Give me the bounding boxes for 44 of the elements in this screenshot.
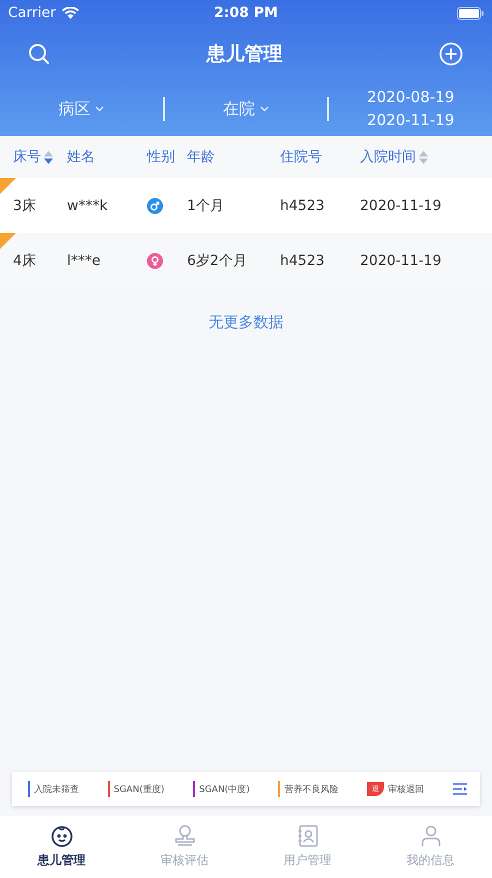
- tab-bar-item[interactable]: 我的信息: [369, 816, 492, 878]
- tab-bar-item[interactable]: 用户管理: [246, 816, 369, 878]
- tab-bar-item[interactable]: 患儿管理: [0, 816, 123, 878]
- legend-label: 入院未筛查: [34, 784, 79, 796]
- table-cell-text: 1个月: [187, 196, 225, 214]
- table-cell-text: h4523: [280, 198, 326, 214]
- column-header: 住院号: [280, 148, 322, 166]
- filter-dropdown[interactable]: 在院: [221, 96, 271, 122]
- filter-dropdown[interactable]: 病区: [56, 96, 106, 122]
- column-header: 性别: [147, 148, 175, 166]
- legend-label: 营养不良风险: [284, 784, 338, 796]
- baby-face-icon: [50, 824, 74, 848]
- wifi-icon: [62, 7, 79, 19]
- column-header: 入院时间: [360, 148, 416, 166]
- battery-icon: [457, 6, 484, 20]
- caret-icon: [260, 106, 269, 112]
- table-cell-text: 2020-11-19: [360, 252, 442, 268]
- contact-card-icon: [296, 824, 320, 848]
- carrier-label: Carrier: [8, 5, 56, 21]
- no-more-data-text: 无更多数据: [208, 313, 284, 332]
- date-range-text[interactable]: 2020-11-19: [367, 109, 454, 132]
- tab-bar-item[interactable]: 审核评估: [123, 816, 246, 878]
- date-range-text[interactable]: 2020-08-19: [367, 86, 454, 109]
- legend-label: SGAN(中度): [199, 784, 250, 796]
- table-cell-text: 3床: [12, 196, 37, 214]
- table-cell-text: l***e: [67, 252, 102, 268]
- menu-icon[interactable]: [452, 783, 467, 795]
- column-header: 床号: [13, 148, 41, 166]
- page-title: 患儿管理: [206, 42, 282, 67]
- add-icon[interactable]: [439, 42, 463, 66]
- stamp-icon: [172, 824, 196, 848]
- table-cell-text: 4床: [12, 252, 37, 270]
- search-icon[interactable]: [28, 43, 50, 65]
- table-cell-text: 6岁2个月: [187, 252, 248, 270]
- sort-icon[interactable]: [44, 150, 53, 164]
- column-header: 年龄: [187, 148, 215, 166]
- caret-icon: [95, 106, 104, 112]
- column-header: 姓名: [67, 148, 95, 166]
- table-cell-text: 2020-11-19: [360, 198, 442, 214]
- legend-label: SGAN(重度): [114, 784, 164, 796]
- legend-label: 审核退回: [388, 784, 424, 796]
- table-cell-text: h4523: [280, 252, 326, 268]
- clock-time: 2:08 PM: [213, 5, 279, 21]
- table-cell-text: w***k: [67, 198, 109, 214]
